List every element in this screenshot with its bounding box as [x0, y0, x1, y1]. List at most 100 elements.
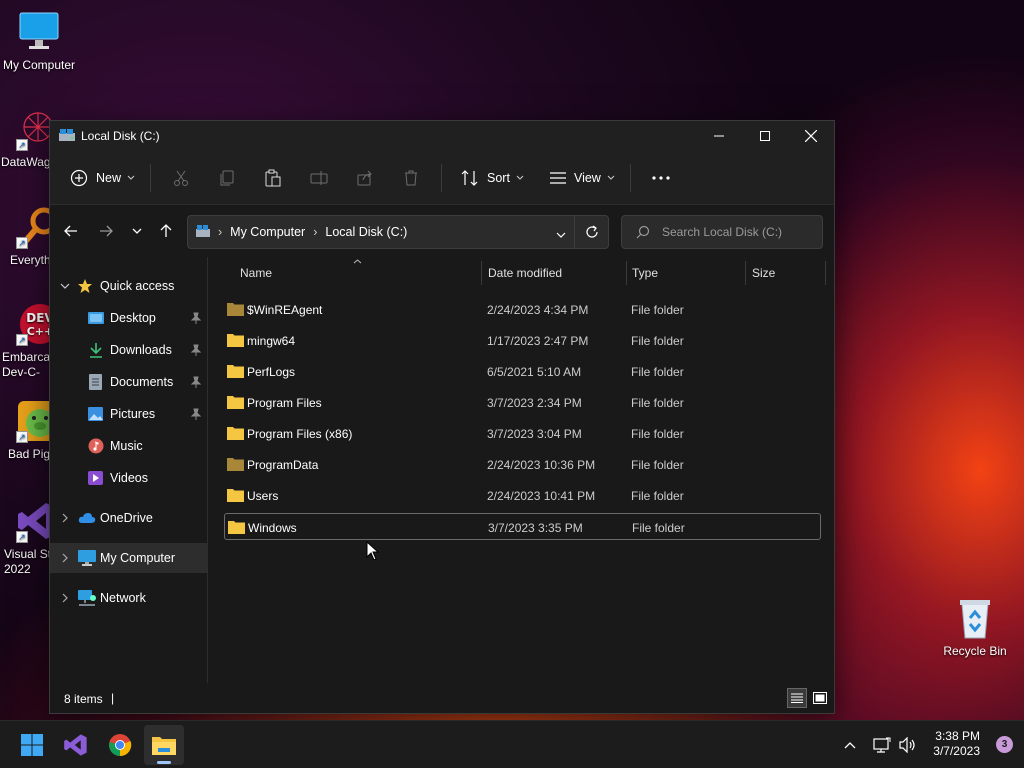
new-button[interactable]: New: [64, 162, 143, 194]
address-history-button[interactable]: [556, 227, 566, 241]
file-row[interactable]: Users 2/24/2023 10:41 PM File folder: [224, 482, 821, 509]
refresh-button[interactable]: [574, 216, 608, 248]
search-input[interactable]: Search Local Disk (C:): [621, 215, 823, 249]
more-options-button[interactable]: [644, 162, 678, 194]
details-view-button[interactable]: [787, 688, 807, 708]
column-resizer[interactable]: [626, 261, 627, 285]
pin-icon: [191, 408, 201, 420]
column-name[interactable]: Name: [240, 266, 272, 280]
details-view-icon: [791, 693, 803, 703]
close-button[interactable]: [788, 121, 834, 151]
up-button[interactable]: [151, 216, 181, 246]
taskbar-chrome[interactable]: [100, 725, 140, 765]
copy-icon: [220, 170, 234, 185]
clock[interactable]: 3:38 PM 3/7/2023: [933, 729, 980, 759]
nav-item-music[interactable]: Music: [50, 431, 207, 461]
chevron-down-icon: [132, 228, 142, 234]
file-row[interactable]: ProgramData 2/24/2023 10:36 PM File folder: [224, 451, 821, 478]
nav-item-pictures[interactable]: Pictures: [50, 399, 207, 429]
file-row[interactable]: $WinREAgent 2/24/2023 4:34 PM File folder: [224, 296, 821, 323]
pin-icon: [191, 376, 201, 388]
clipboard-icon: [265, 169, 281, 186]
sort-button[interactable]: Sort: [453, 162, 532, 194]
column-resizer[interactable]: [825, 261, 826, 285]
title-bar[interactable]: Local Disk (C:): [50, 121, 834, 151]
desktop-icon-recycle-bin[interactable]: Recycle Bin: [935, 596, 1015, 659]
file-row[interactable]: Windows 3/7/2023 3:35 PM File folder: [224, 513, 821, 540]
copy-button[interactable]: [211, 162, 243, 194]
monitor-icon: [78, 550, 96, 566]
paste-button[interactable]: [257, 162, 289, 194]
nav-item-network[interactable]: Network: [50, 583, 207, 613]
file-date-modified: 3/7/2023 3:04 PM: [487, 427, 582, 441]
network-status-button[interactable]: [873, 721, 891, 768]
shortcut-arrow-icon: ↗: [16, 531, 28, 543]
visual-studio-icon: [64, 734, 87, 756]
taskbar-file-explorer[interactable]: [144, 725, 184, 765]
nav-item-quick-access[interactable]: Quick access: [50, 271, 207, 301]
network-icon: [78, 590, 96, 606]
navigation-pane: Quick access Desktop Downloads Documents…: [50, 257, 208, 685]
breadcrumb-my-computer[interactable]: My Computer: [230, 225, 305, 239]
column-resizer[interactable]: [745, 261, 746, 285]
nav-item-documents[interactable]: Documents: [50, 367, 207, 397]
search-icon: [636, 225, 650, 239]
file-row[interactable]: mingw64 1/17/2023 2:47 PM File folder: [224, 327, 821, 354]
folder-icon: [227, 303, 244, 316]
column-type[interactable]: Type: [632, 266, 658, 280]
desktop-icon-my-computer[interactable]: My Computer: [0, 10, 79, 73]
minimize-button[interactable]: [696, 121, 742, 151]
nav-item-my-computer[interactable]: My Computer: [50, 543, 207, 573]
scissors-icon: [174, 170, 189, 186]
nav-item-desktop[interactable]: Desktop: [50, 303, 207, 333]
address-row: › My Computer › Local Disk (C:) Search L…: [50, 205, 834, 257]
breadcrumb-local-disk[interactable]: Local Disk (C:): [325, 225, 407, 239]
column-date-modified[interactable]: Date modified: [488, 266, 562, 280]
share-button[interactable]: [349, 162, 381, 194]
taskbar-visual-studio[interactable]: [56, 725, 96, 765]
file-date-modified: 3/7/2023 3:35 PM: [488, 521, 583, 535]
column-header-row: Name Date modified Type Size: [208, 257, 834, 287]
start-button[interactable]: [12, 725, 52, 765]
file-row[interactable]: PerfLogs 6/5/2021 5:10 AM File folder: [224, 358, 821, 385]
drive-icon: [59, 129, 75, 143]
arrow-left-icon: [64, 225, 77, 237]
maximize-button[interactable]: [742, 121, 788, 151]
close-icon: [805, 130, 817, 142]
file-row[interactable]: Program Files (x86) 3/7/2023 3:04 PM File …: [224, 420, 821, 447]
shortcut-arrow-icon: ↗: [16, 431, 28, 443]
pin-icon: [191, 312, 201, 324]
chevron-right-icon: [62, 513, 68, 523]
view-button[interactable]: View: [542, 162, 623, 194]
file-row[interactable]: Program Files 3/7/2023 2:34 PM File folder: [224, 389, 821, 416]
nav-item-videos[interactable]: Videos: [50, 463, 207, 493]
windows-logo-icon: [21, 734, 43, 756]
file-date-modified: 3/7/2023 2:34 PM: [487, 396, 582, 410]
chevron-down-icon: [516, 175, 524, 180]
nav-label: OneDrive: [100, 511, 153, 525]
music-icon: [88, 438, 104, 454]
nav-item-onedrive[interactable]: OneDrive: [50, 503, 207, 533]
delete-button[interactable]: [395, 162, 427, 194]
file-name: $WinREAgent: [247, 303, 323, 317]
nav-item-downloads[interactable]: Downloads: [50, 335, 207, 365]
file-name: mingw64: [247, 334, 296, 348]
forward-button[interactable]: [91, 216, 121, 246]
tiles-view-button[interactable]: [810, 688, 830, 708]
desktop-icon-label: Embarca Dev-C-: [2, 350, 51, 379]
address-bar[interactable]: › My Computer › Local Disk (C:): [187, 215, 609, 249]
rename-button[interactable]: [303, 162, 335, 194]
notification-badge[interactable]: 3: [996, 736, 1013, 753]
file-type: File folder: [631, 303, 684, 317]
show-hidden-icons-button[interactable]: [844, 721, 856, 768]
volume-button[interactable]: [899, 721, 917, 768]
sort-icon: [461, 169, 478, 186]
column-size[interactable]: Size: [752, 266, 775, 280]
cut-button[interactable]: [165, 162, 197, 194]
back-button[interactable]: [56, 216, 86, 246]
clock-time: 3:38 PM: [935, 729, 980, 743]
document-icon: [89, 374, 102, 390]
item-count: 8 items: [64, 692, 103, 706]
recent-locations-button[interactable]: [122, 216, 152, 246]
column-resizer[interactable]: [481, 261, 482, 285]
